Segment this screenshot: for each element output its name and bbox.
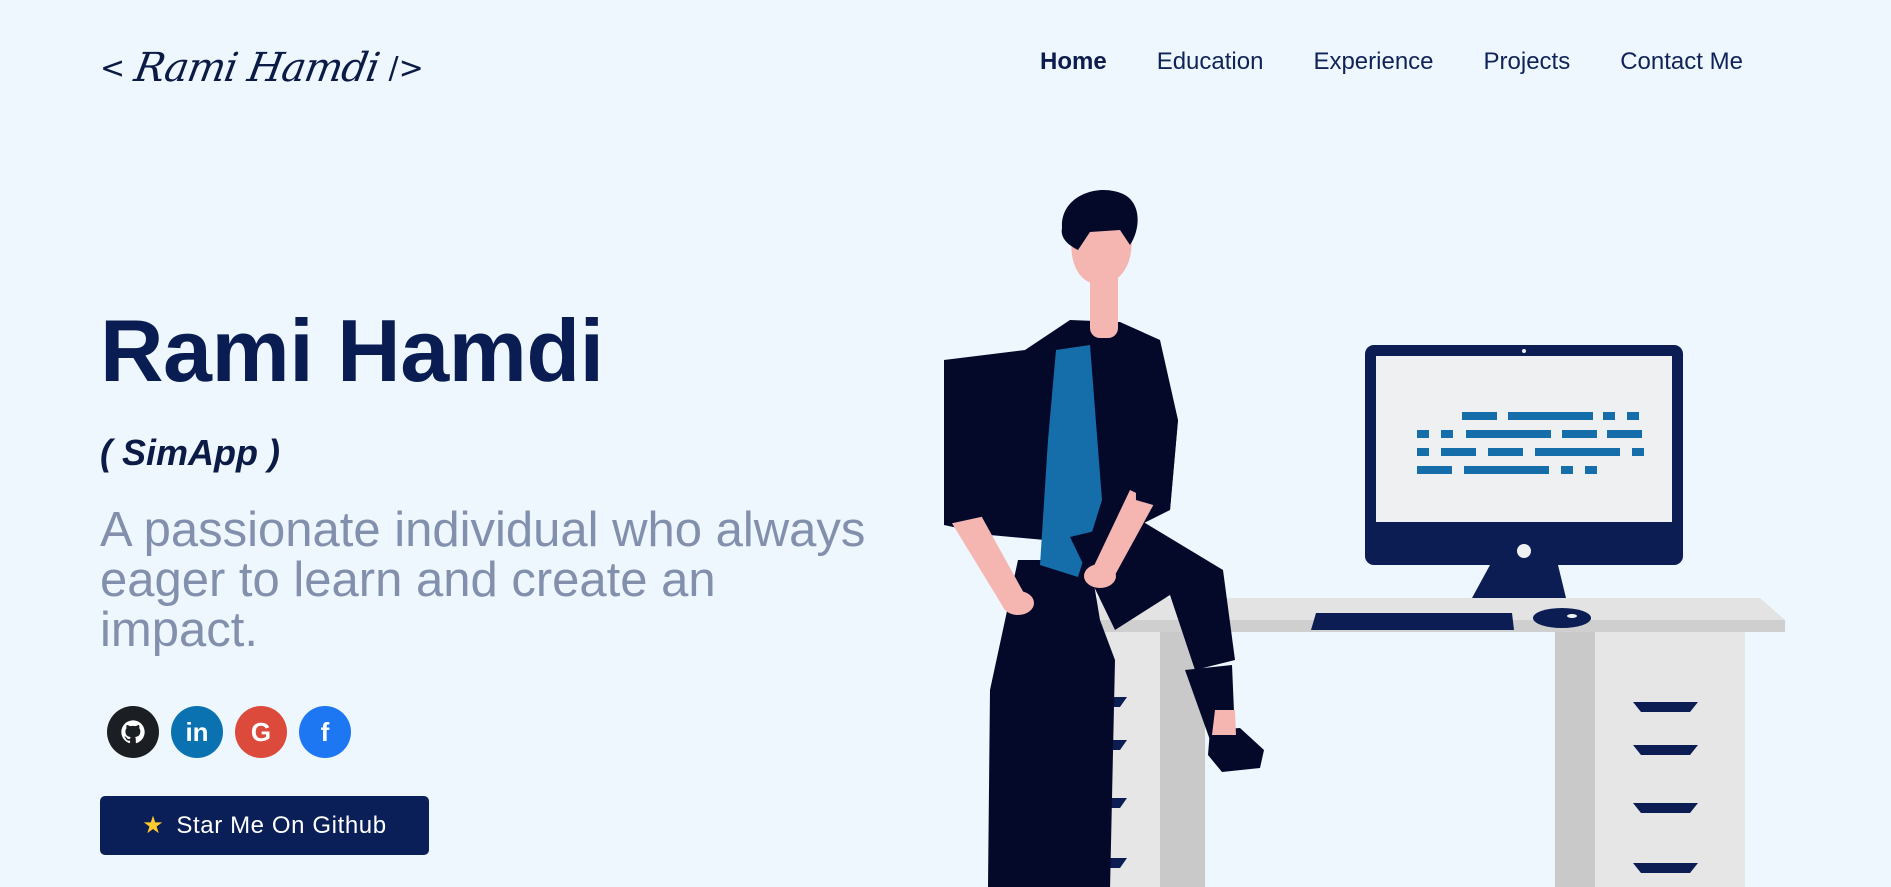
desk-right-cabinet — [1595, 632, 1745, 887]
drawer-handle — [1633, 803, 1698, 813]
hero-name: Rami Hamdi — [100, 301, 604, 400]
keyboard — [1311, 613, 1514, 630]
github-icon[interactable] — [107, 706, 159, 758]
logo-open-bracket: < — [100, 50, 126, 86]
drawer-handle — [1633, 863, 1698, 873]
facebook-icon[interactable]: f — [299, 706, 351, 758]
social-links: in G f — [107, 706, 351, 758]
person — [944, 190, 1264, 887]
main-nav: Home Education Experience Projects Conta… — [1040, 48, 1743, 76]
facebook-glyph: f — [320, 716, 330, 747]
nav-item-experience[interactable]: Experience — [1313, 48, 1433, 76]
hero-nickname: ( SimApp ) — [100, 432, 280, 473]
monitor-screen — [1376, 356, 1672, 522]
developer-at-desk-illustration — [944, 190, 1785, 887]
hero-tagline: A passionate individual who always eager… — [100, 503, 866, 657]
nav-item-home[interactable]: Home — [1040, 48, 1107, 76]
linkedin-glyph: in — [185, 716, 209, 747]
linkedin-icon[interactable]: in — [171, 706, 223, 758]
drawer-handle — [1633, 745, 1698, 755]
nav-item-education[interactable]: Education — [1157, 48, 1264, 76]
nav-item-projects[interactable]: Projects — [1484, 48, 1571, 76]
monitor-stand — [1472, 565, 1566, 598]
logo-close-bracket: /> — [388, 50, 424, 86]
desk-right-cabinet-side — [1555, 632, 1595, 887]
google-glyph: G — [250, 716, 272, 747]
site-logo[interactable]: < Rami Hamdi /> — [100, 40, 424, 96]
star-on-github-button[interactable]: ★ Star Me On Github — [100, 796, 429, 855]
google-icon[interactable]: G — [235, 706, 287, 758]
github-glyph — [121, 720, 145, 744]
star-button-label: Star Me On Github — [176, 811, 387, 839]
drawer-handle — [1633, 702, 1698, 712]
logo-signature: Rami Hamdi — [131, 45, 383, 91]
star-icon: ★ — [142, 812, 165, 839]
page: < Rami Hamdi /> Home Education Experienc… — [0, 0, 1891, 887]
nav-item-contact-me[interactable]: Contact Me — [1620, 48, 1743, 76]
mouse — [1533, 608, 1591, 628]
